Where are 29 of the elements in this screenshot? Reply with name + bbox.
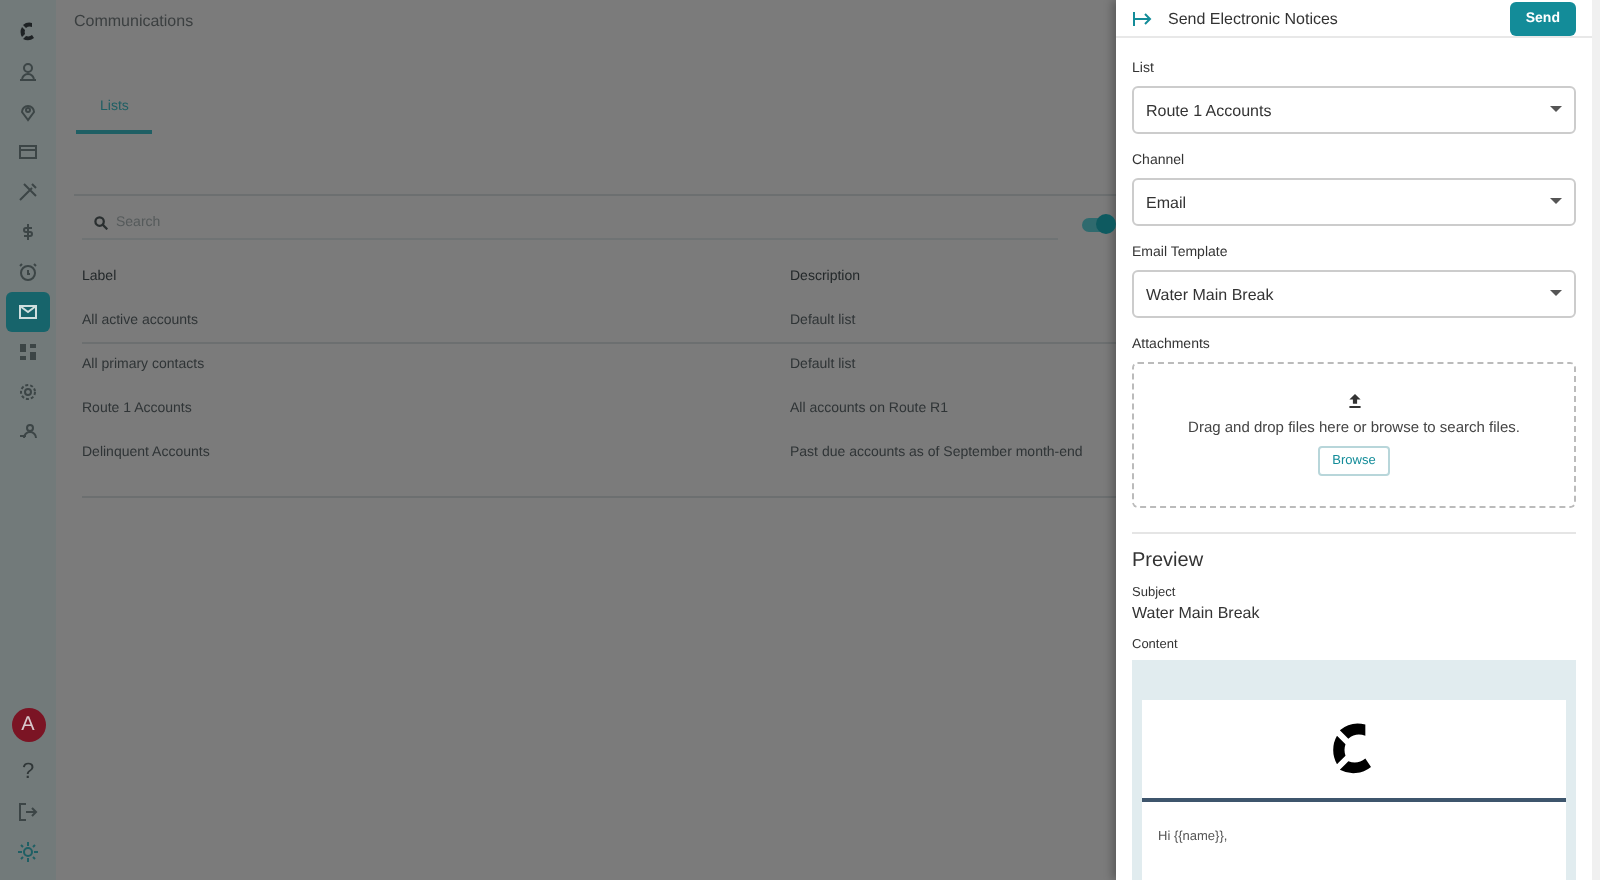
settings-icon — [18, 382, 38, 402]
map-pin-icon — [18, 102, 38, 122]
nav-button[interactable] — [6, 292, 50, 332]
upload-icon — [1347, 394, 1361, 408]
sun-icon[interactable] — [18, 842, 38, 862]
mail-icon — [18, 302, 38, 322]
select-field[interactable]: Water Main Break — [1132, 270, 1576, 318]
dashboard-icon — [18, 342, 38, 362]
people-icon — [18, 422, 38, 442]
logout-icon[interactable] — [18, 802, 38, 822]
card-icon — [18, 142, 38, 162]
user-avatar[interactable]: A — [11, 708, 45, 742]
caret-icon — [1550, 198, 1562, 206]
subject-text: Water Main Break — [1132, 604, 1262, 622]
page-title: Communications — [74, 12, 196, 34]
search-icon — [94, 216, 108, 230]
logo-icon — [16, 20, 40, 44]
dollar-icon — [18, 222, 38, 242]
collapse-arrow-icon[interactable] — [1132, 11, 1152, 25]
caret-icon — [1550, 106, 1562, 114]
tools-icon — [18, 182, 38, 202]
caret-icon — [1550, 290, 1562, 298]
drawer-title: Send Electronic Notices — [1168, 9, 1340, 27]
preview-heading: Preview — [1132, 550, 1206, 572]
select-field[interactable]: Route 1 Accounts — [1132, 86, 1576, 134]
person-icon — [18, 62, 38, 82]
select-field[interactable]: Email — [1132, 178, 1576, 226]
alarm-clock-icon — [18, 262, 38, 282]
toggle-switch[interactable] — [1082, 217, 1114, 231]
